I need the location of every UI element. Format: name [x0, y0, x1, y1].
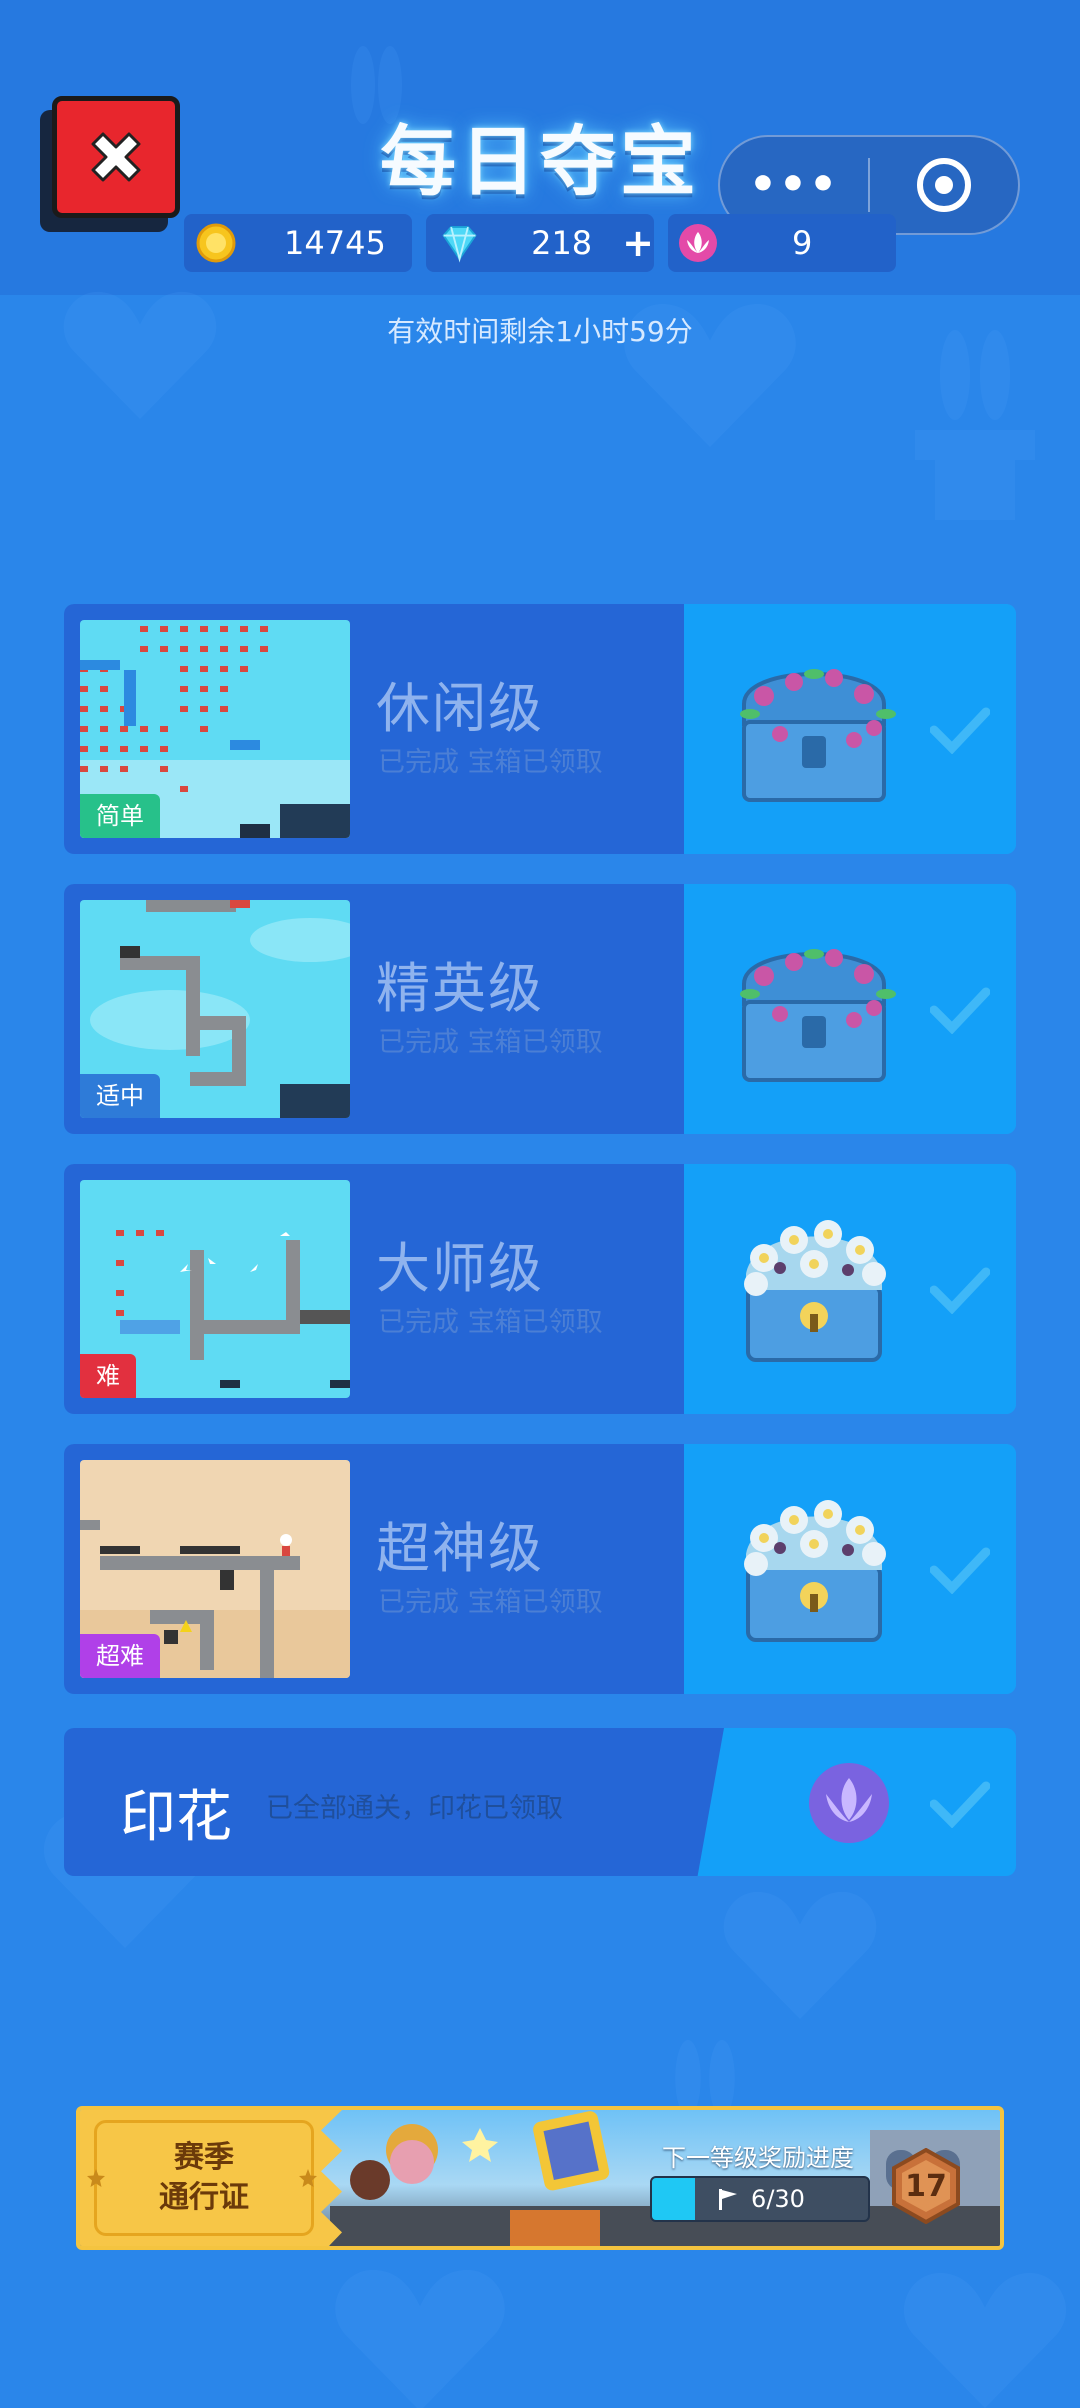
check-icon [930, 1267, 990, 1314]
season-level-value: 17 [905, 2168, 947, 2204]
target-icon [916, 158, 971, 212]
reward-progress-bar: 6/30 [650, 2176, 870, 2222]
level-name: 超神级 [376, 1517, 544, 1580]
check-icon [930, 1547, 990, 1594]
flower-chest-icon [744, 1500, 886, 1642]
level-thumbnail: 简单 [80, 620, 350, 838]
progress-text: 6/30 [751, 2185, 805, 2213]
exit-mini-program-button[interactable] [870, 156, 1018, 214]
close-icon [91, 132, 141, 182]
flower-chest-icon [744, 1220, 886, 1362]
check-icon [930, 707, 990, 754]
level-card-master[interactable]: 难 大师级 已完成 宝箱已领取 [64, 1164, 1016, 1414]
level-name: 大师级 [376, 1237, 544, 1300]
lotus-icon [679, 224, 717, 262]
level-status: 已完成 宝箱已领取 [378, 1587, 603, 1618]
add-diamond-button[interactable]: + [622, 221, 654, 265]
diamond-value: 218 [531, 224, 593, 262]
blue-chest-icon [740, 949, 896, 1082]
level-status: 已完成 宝箱已领取 [378, 1027, 603, 1058]
check-icon [930, 1781, 990, 1828]
level-card-elite[interactable]: 适中 精英级 已完成 宝箱已领取 [64, 884, 1016, 1134]
difficulty-tag: 适中 [80, 1074, 160, 1118]
difficulty-tag: 简单 [80, 794, 160, 838]
lotus-icon [809, 1763, 889, 1843]
level-thumbnail: 适中 [80, 900, 350, 1118]
difficulty-tag: 超难 [80, 1634, 160, 1678]
coin-icon [196, 223, 236, 263]
coin-counter: 14745 [184, 214, 412, 272]
flag-icon [719, 2189, 738, 2210]
check-icon [930, 987, 990, 1034]
season-pass-title-line2: 通行证 [159, 2180, 249, 2215]
close-button[interactable] [40, 96, 180, 232]
level-name: 休闲级 [376, 677, 544, 740]
season-pass-ticket: 赛季 通行证 [80, 2110, 342, 2246]
rabbit-hat-icon [915, 330, 1035, 520]
remaining-time-text: 有效时间剩余1小时59分 [387, 315, 693, 348]
blue-chest-icon [740, 669, 896, 802]
star-icon [299, 2169, 317, 2187]
heart-icon [335, 2269, 505, 2408]
star-icon [87, 2169, 105, 2187]
difficulty-tag: 难 [80, 1354, 136, 1398]
progress-text-wrap: 6/30 [652, 2178, 868, 2220]
diamond-counter: 218 + [426, 214, 654, 272]
page-title: 每日夺宝 [380, 117, 700, 206]
level-thumbnail: 超难 [80, 1460, 350, 1678]
stamp-message: 已全部通关，印花已领取 [266, 1793, 563, 1824]
lotus-value: 9 [792, 224, 813, 262]
heart-icon [903, 2272, 1067, 2408]
lotus-counter: 9 [668, 214, 896, 272]
level-name: 精英级 [376, 957, 544, 1020]
level-card-casual[interactable]: 简单 休闲级 已完成 宝箱已领取 [64, 604, 1016, 854]
season-pass-title: 赛季 通行证 [94, 2120, 314, 2236]
stamp-card[interactable]: 印花 已全部通关，印花已领取 [64, 1728, 1016, 1876]
level-status: 已完成 宝箱已领取 [378, 747, 603, 778]
heart-icon [723, 1891, 877, 2019]
season-level-badge: 17 [890, 2147, 962, 2225]
stamp-label: 印花 [120, 1785, 232, 1850]
level-card-god[interactable]: 超难 超神级 已完成 宝箱已领取 [64, 1444, 1016, 1694]
coin-value: 14745 [284, 224, 386, 262]
season-pass-title-line1: 赛季 [174, 2140, 234, 2175]
level-status: 已完成 宝箱已领取 [378, 1307, 603, 1338]
season-pass-banner[interactable]: 赛季 通行证 下一等级奖励进度 6/30 17 [76, 2106, 1004, 2250]
diamond-icon [442, 226, 477, 263]
close-button-face [52, 96, 180, 218]
level-thumbnail: 难 [80, 1180, 350, 1398]
heart-icon [63, 291, 217, 419]
next-reward-label: 下一等级奖励进度 [662, 2144, 854, 2172]
